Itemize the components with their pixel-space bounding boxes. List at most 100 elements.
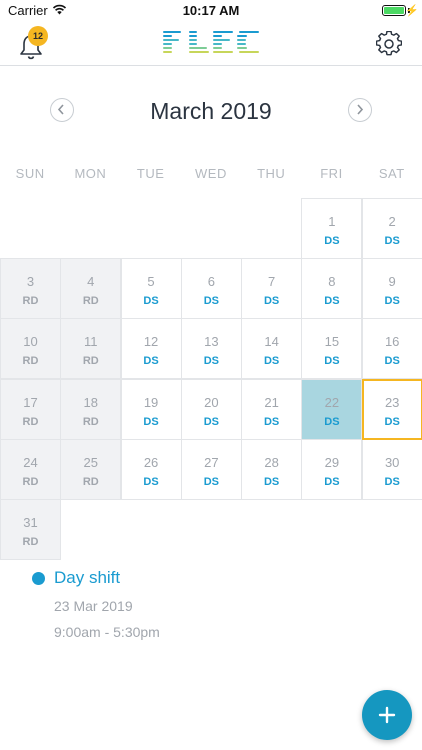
day-number: 22 [324, 394, 340, 410]
calendar-day-cell[interactable]: 30 DS [361, 438, 422, 500]
calendar-day-cell[interactable]: 24 RD [0, 438, 61, 500]
battery-icon [382, 5, 406, 16]
event-title: Day shift [54, 568, 121, 587]
day-number: 16 [384, 334, 400, 350]
day-number: 27 [204, 454, 219, 470]
app-header: 12 [0, 22, 422, 66]
shift-code: RD [82, 475, 99, 488]
notifications-button[interactable]: 12 [18, 26, 48, 60]
weekday-label: SAT [378, 166, 405, 181]
month-navigation: March 2019 [0, 92, 422, 132]
calendar-day-cell[interactable]: 29 DS [301, 438, 363, 500]
chevron-right-icon [357, 104, 364, 115]
shift-code: DS [384, 475, 400, 488]
calendar-day-cell[interactable]: 9 DS [361, 258, 422, 320]
gear-icon[interactable] [376, 31, 402, 57]
calendar-day-cell[interactable]: 12 DS [120, 318, 182, 380]
weekday-label: TUE [136, 166, 165, 181]
day-number: 25 [83, 454, 98, 470]
calendar-day-cell[interactable]: 15 DS [301, 318, 363, 380]
shift-code: DS [384, 355, 400, 368]
status-bar: Carrier 10:17 AM ⚡ [0, 0, 422, 22]
day-number: 31 [23, 515, 38, 530]
calendar-day-cell[interactable]: 21 DS [241, 378, 303, 440]
day-number: 15 [324, 334, 340, 350]
day-number: 14 [264, 334, 279, 350]
shift-code: DS [324, 235, 340, 247]
day-number: 4 [87, 274, 95, 290]
shift-code: DS [143, 295, 159, 308]
shift-code: DS [324, 415, 340, 428]
calendar-day-cell[interactable]: 3 RD [0, 258, 61, 320]
shift-code: RD [82, 415, 99, 428]
shift-code: DS [263, 415, 280, 428]
plus-icon [378, 706, 396, 724]
calendar-day-cell[interactable]: 27 DS [180, 438, 242, 500]
calendar-day-cell[interactable]: 28 DS [241, 438, 303, 500]
day-number: 8 [328, 274, 336, 290]
shift-code: RD [22, 295, 39, 308]
day-number: 20 [204, 394, 219, 410]
shift-code: DS [203, 295, 219, 308]
shift-code: DS [324, 475, 340, 488]
shift-code: DS [143, 415, 159, 428]
calendar-day-cell[interactable]: 16 DS [361, 318, 422, 380]
shift-code: DS [324, 355, 340, 368]
day-number: 29 [324, 454, 340, 470]
shift-code: DS [143, 355, 159, 368]
weekday-label: MON [74, 166, 107, 181]
weekday-label: THU [257, 166, 286, 181]
shift-code: DS [384, 295, 400, 308]
calendar-day-cell[interactable]: 1 DS [301, 198, 363, 259]
calendar-day-cell[interactable]: 7 DS [241, 258, 303, 320]
calendar-day-cell[interactable]: 20 DS [180, 378, 242, 440]
notification-badge: 12 [28, 26, 48, 46]
shift-code: DS [263, 295, 280, 308]
event-date: 23 Mar 2019 [54, 598, 133, 614]
day-number: 11 [84, 334, 98, 350]
calendar-day-cell[interactable]: 25 RD [60, 438, 122, 500]
day-number: 17 [23, 394, 38, 410]
shift-code: RD [22, 415, 39, 428]
shift-code: DS [263, 355, 280, 368]
day-number: 1 [328, 214, 336, 229]
shift-code: DS [203, 475, 219, 488]
calendar-day-cell[interactable]: 2 DS [361, 198, 422, 259]
add-button[interactable] [362, 690, 412, 740]
shift-code: DS [203, 355, 219, 368]
day-number: 19 [143, 394, 159, 410]
day-number: 2 [388, 214, 396, 229]
calendar-day-cell[interactable]: 5 DS [120, 258, 182, 320]
calendar-day-cell[interactable]: 13 DS [180, 318, 242, 380]
calendar-day-cell[interactable]: 23 DS [361, 378, 422, 440]
calendar-day-cell[interactable]: 14 DS [241, 318, 303, 380]
shift-code: DS [384, 235, 400, 247]
calendar-day-cell[interactable]: 17 RD [0, 378, 61, 440]
shift-code: RD [82, 295, 99, 308]
day-number: 13 [204, 334, 219, 350]
weekday-label: SUN [15, 166, 45, 181]
calendar-day-cell[interactable]: 4 RD [60, 258, 122, 320]
shift-code: DS [384, 415, 400, 428]
day-number: 18 [83, 394, 98, 410]
calendar-day-cell[interactable]: 31 RD [0, 499, 61, 560]
shift-code: DS [263, 475, 280, 488]
shift-code: DS [143, 475, 159, 488]
calendar-day-cell[interactable]: 26 DS [120, 438, 182, 500]
next-month-button[interactable] [348, 98, 372, 122]
status-time: 10:17 AM [182, 3, 240, 18]
calendar-day-cell[interactable]: 8 DS [301, 258, 363, 320]
calendar-day-cell[interactable]: 10 RD [0, 318, 61, 380]
day-number: 24 [23, 454, 38, 470]
day-number: 7 [267, 274, 276, 290]
calendar-day-cell[interactable]: 22 DS [301, 378, 363, 440]
calendar-day-cell[interactable]: 6 DS [180, 258, 242, 320]
charging-icon: ⚡ [405, 5, 419, 17]
day-number: 9 [388, 274, 396, 290]
day-number: 26 [143, 454, 159, 470]
shift-code: RD [22, 475, 39, 488]
calendar-day-cell[interactable]: 11 RD [60, 318, 122, 380]
calendar-day-cell[interactable]: 18 RD [60, 378, 122, 440]
calendar-day-cell[interactable]: 19 DS [120, 378, 182, 440]
shift-code: DS [203, 415, 219, 428]
